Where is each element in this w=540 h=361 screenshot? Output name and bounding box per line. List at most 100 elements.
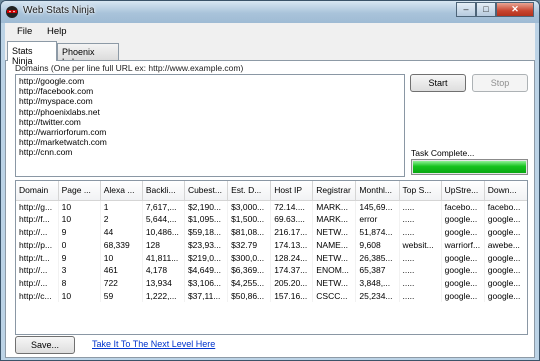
table-cell: google... [484, 225, 527, 239]
save-button[interactable]: Save... [15, 336, 75, 354]
column-header[interactable]: Est. D... [227, 181, 272, 201]
menu-help[interactable]: Help [47, 26, 67, 37]
table-cell: http://p... [16, 238, 59, 252]
table-cell: websit... [399, 238, 442, 252]
table-cell: google... [484, 212, 527, 226]
column-header[interactable]: Cubest... [184, 181, 229, 201]
table-cell: 1 [100, 200, 143, 213]
table-cell: 8 [58, 276, 101, 290]
table-cell: http://... [16, 276, 59, 290]
maximize-button[interactable]: □ [476, 2, 496, 17]
table-row[interactable]: http://p... 0 68,339 128 $23,93... $32.79 174.… [16, 238, 527, 252]
column-header[interactable]: Host IP [270, 181, 314, 201]
table-cell: $1,095... [184, 212, 229, 226]
table-cell: google... [484, 276, 527, 290]
table-cell: $4,649... [184, 263, 229, 277]
domain-line: http://myspace.com [19, 96, 93, 107]
column-header[interactable]: Top S... [399, 181, 442, 201]
column-header[interactable]: Down... [484, 181, 527, 201]
tab-strip: Stats Ninja Phoenix Labs [5, 41, 535, 67]
table-cell: google... [441, 263, 485, 277]
tab-stats-ninja[interactable]: Stats Ninja [7, 41, 57, 66]
menu-bar: File Help [5, 23, 535, 41]
app-icon [6, 6, 18, 18]
column-header[interactable]: UpStre... [441, 181, 485, 201]
table-cell: 51,874... [355, 225, 400, 239]
table-cell: CSCC... [312, 289, 357, 303]
domain-line: http://phoenixlabs.net [19, 106, 100, 117]
minimize-button[interactable]: – [456, 2, 476, 17]
table-cell: 25,234... [355, 289, 400, 303]
table-cell: ..... [399, 200, 442, 213]
table-cell: MARK... [312, 212, 357, 226]
table-cell: $23,93... [184, 238, 229, 252]
table-cell: http://t... [16, 251, 59, 264]
table-cell: 461 [100, 263, 143, 277]
table-cell: $3,106... [184, 276, 229, 290]
results-table[interactable]: Domain Page ... Alexa ... Backli... Cubest..… [15, 180, 528, 335]
domain-line: http://marketwatch.com [19, 137, 107, 148]
column-header[interactable]: Registrar [312, 181, 357, 201]
start-button[interactable]: Start [410, 74, 466, 92]
table-cell: 44 [100, 225, 143, 239]
table-cell: NETW... [312, 251, 357, 264]
title-bar[interactable]: Web Stats Ninja – □ ✕ [1, 1, 539, 23]
table-cell: ..... [399, 289, 442, 303]
table-cell: google... [484, 289, 527, 303]
column-header[interactable]: Monthl... [355, 181, 400, 201]
table-cell: 10 [58, 289, 101, 303]
table-row[interactable]: http://f... 10 2 5,644,... $1,095... $1,500..… [16, 212, 527, 226]
table-cell: $1,500... [227, 212, 272, 226]
table-cell: 4,178 [142, 263, 185, 277]
table-cell: 13,934 [142, 276, 185, 290]
table-cell: http://... [16, 225, 59, 239]
domain-line: http://twitter.com [19, 116, 81, 127]
table-cell: $4,255... [227, 276, 272, 290]
table-cell: 69.63.... [270, 212, 314, 226]
table-cell: 68,339 [100, 238, 143, 252]
table-cell: 9 [58, 251, 101, 264]
table-cell: ..... [399, 212, 442, 226]
column-header[interactable]: Page ... [58, 181, 101, 201]
table-row[interactable]: http://... 8 722 13,934 $3,106... $4,255... 20… [16, 276, 527, 290]
table-row[interactable]: http://... 9 44 10,486... $59,18... $81,08...… [16, 225, 527, 239]
table-cell: $81,08... [227, 225, 272, 239]
table-header-row: Domain Page ... Alexa ... Backli... Cubest..… [16, 181, 527, 201]
domains-label: Domains (One per line full URL ex: http:… [15, 63, 244, 73]
table-cell: 722 [100, 276, 143, 290]
table-row[interactable]: http://g... 10 1 7,617,... $2,190... $3,000..… [16, 200, 527, 213]
table-cell: 145,69... [355, 200, 400, 213]
table-row[interactable]: http://... 3 461 4,178 $4,649... $6,369... 174… [16, 263, 527, 277]
table-cell: 9 [58, 225, 101, 239]
table-cell: facebo... [484, 200, 527, 213]
domains-textarea[interactable]: http://google.com http://facebook.com ht… [15, 74, 405, 177]
table-cell: $300,0... [227, 251, 272, 264]
table-row[interactable]: http://c... 10 59 1,222,... $37,11... $50,86.… [16, 289, 527, 303]
stop-button[interactable]: Stop [472, 74, 528, 92]
table-cell: 10 [58, 212, 101, 226]
table-cell: warriorf... [441, 238, 485, 252]
table-cell: 128 [142, 238, 185, 252]
menu-file[interactable]: File [17, 26, 32, 37]
table-cell: 5,644,... [142, 212, 185, 226]
next-level-link[interactable]: Take It To The Next Level Here [92, 339, 215, 349]
domain-line: http://facebook.com [19, 86, 94, 97]
tab-phoenix-labs[interactable]: Phoenix Labs [57, 43, 119, 67]
table-cell: 26,385... [355, 251, 400, 264]
table-cell: google... [441, 225, 485, 239]
table-cell: ..... [399, 263, 442, 277]
table-cell: MARK... [312, 200, 357, 213]
column-header[interactable]: Alexa ... [100, 181, 143, 201]
column-header[interactable]: Backli... [142, 181, 185, 201]
table-cell: NAME... [312, 238, 357, 252]
column-header[interactable]: Domain [16, 181, 59, 201]
table-cell: 2 [100, 212, 143, 226]
table-row[interactable]: http://t... 9 10 41,811... $219,0... $300,0..… [16, 251, 527, 264]
table-cell: google... [441, 212, 485, 226]
close-button[interactable]: ✕ [496, 2, 534, 17]
table-cell: 72.14.... [270, 200, 314, 213]
table-cell: ..... [399, 276, 442, 290]
table-cell: http://g... [16, 200, 59, 213]
domain-line: http://google.com [19, 76, 85, 86]
domain-line: http://cnn.com [19, 147, 73, 158]
